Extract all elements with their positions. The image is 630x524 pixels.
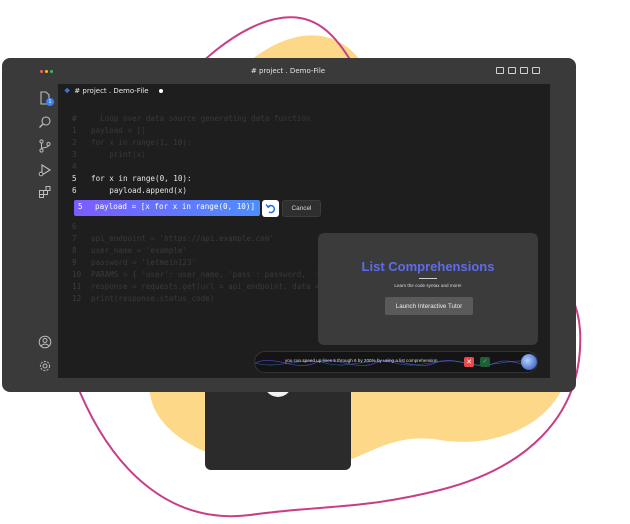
customize-layout-icon[interactable] bbox=[532, 67, 540, 74]
run-debug-icon[interactable] bbox=[38, 162, 52, 177]
code-line-highlighted: payload.append(x) bbox=[91, 186, 188, 195]
line-number: 6 bbox=[72, 186, 77, 195]
suggested-code: payload = [x for x in range(0, 10)] bbox=[95, 202, 256, 211]
line-number: 3 bbox=[72, 150, 77, 159]
extensions-icon[interactable] bbox=[38, 184, 52, 198]
line-number: 11 bbox=[72, 282, 82, 291]
notification-text: you can speed up lines 5 through 6 by 20… bbox=[285, 358, 438, 363]
code-line-highlighted: for x in range(0, 10): bbox=[91, 174, 192, 183]
code-line: payload = [] bbox=[91, 126, 146, 135]
suggestion-notification: you can speed up lines 5 through 6 by 20… bbox=[254, 351, 538, 373]
accept-button[interactable]: ✓ bbox=[480, 357, 490, 367]
line-number: 4 bbox=[72, 162, 77, 171]
explorer-badge: 1 bbox=[46, 98, 54, 106]
tutor-card: List Comprehensions Learn the code synta… bbox=[318, 233, 538, 345]
search-icon[interactable] bbox=[38, 114, 52, 128]
toggle-panel-icon[interactable] bbox=[508, 67, 516, 74]
files-icon[interactable]: 1 bbox=[38, 90, 54, 106]
line-number: 5 bbox=[72, 174, 77, 183]
line-number: 1 bbox=[72, 126, 77, 135]
assistant-avatar[interactable] bbox=[521, 354, 537, 370]
dismiss-button[interactable]: ✕ bbox=[464, 357, 474, 367]
line-number: 10 bbox=[72, 270, 82, 279]
monitor-stand bbox=[205, 390, 351, 470]
line-number: 9 bbox=[72, 258, 77, 267]
layout-controls bbox=[496, 67, 540, 74]
code-line: for x in range(1, 10): bbox=[91, 138, 192, 147]
tutor-divider bbox=[419, 278, 437, 279]
toggle-secondary-sidebar-icon[interactable] bbox=[520, 67, 528, 74]
settings-gear-icon[interactable] bbox=[38, 358, 52, 372]
code-line: user_name = 'example' bbox=[91, 246, 188, 255]
code-line: Loop over data source generating data fu… bbox=[91, 114, 311, 123]
revert-suggestion-button[interactable] bbox=[262, 200, 279, 217]
line-number: 7 bbox=[72, 234, 77, 243]
window-titlebar: # project . Demo-File bbox=[28, 62, 548, 82]
launch-tutor-button[interactable]: Launch Interactive Tutor bbox=[385, 297, 473, 315]
source-control-icon[interactable] bbox=[38, 138, 52, 153]
tutor-subtitle: Learn the code syntax and more! bbox=[394, 283, 462, 288]
suggested-line-number: 5 bbox=[78, 202, 83, 211]
line-number: 2 bbox=[72, 138, 77, 147]
line-number: # bbox=[72, 114, 77, 123]
code-line: PARAMS = { 'user': user_name, 'pass': pa… bbox=[91, 270, 348, 279]
suggested-code-line[interactable]: 5 payload = [x for x in range(0, 10)] bbox=[74, 200, 260, 216]
tutor-title: List Comprehensions bbox=[361, 259, 495, 274]
toggle-sidebar-icon[interactable] bbox=[496, 67, 504, 74]
code-line: print(x) bbox=[91, 150, 146, 159]
account-icon[interactable] bbox=[38, 334, 52, 349]
cancel-button[interactable]: Cancel bbox=[282, 200, 321, 217]
code-line: response = requests.get(url = api_endpoi… bbox=[91, 282, 357, 291]
code-line: print(response.status_code) bbox=[91, 294, 215, 303]
line-number: 6 bbox=[72, 222, 77, 231]
undo-icon bbox=[265, 204, 276, 214]
window-title: # project . Demo-File bbox=[250, 67, 326, 75]
code-line: api_endpoint = 'https://api.example.com' bbox=[91, 234, 274, 243]
code-line: password = 'letmein123' bbox=[91, 258, 197, 267]
line-number: 12 bbox=[72, 294, 82, 303]
activity-bar: 1 bbox=[30, 82, 58, 378]
line-number: 8 bbox=[72, 246, 77, 255]
